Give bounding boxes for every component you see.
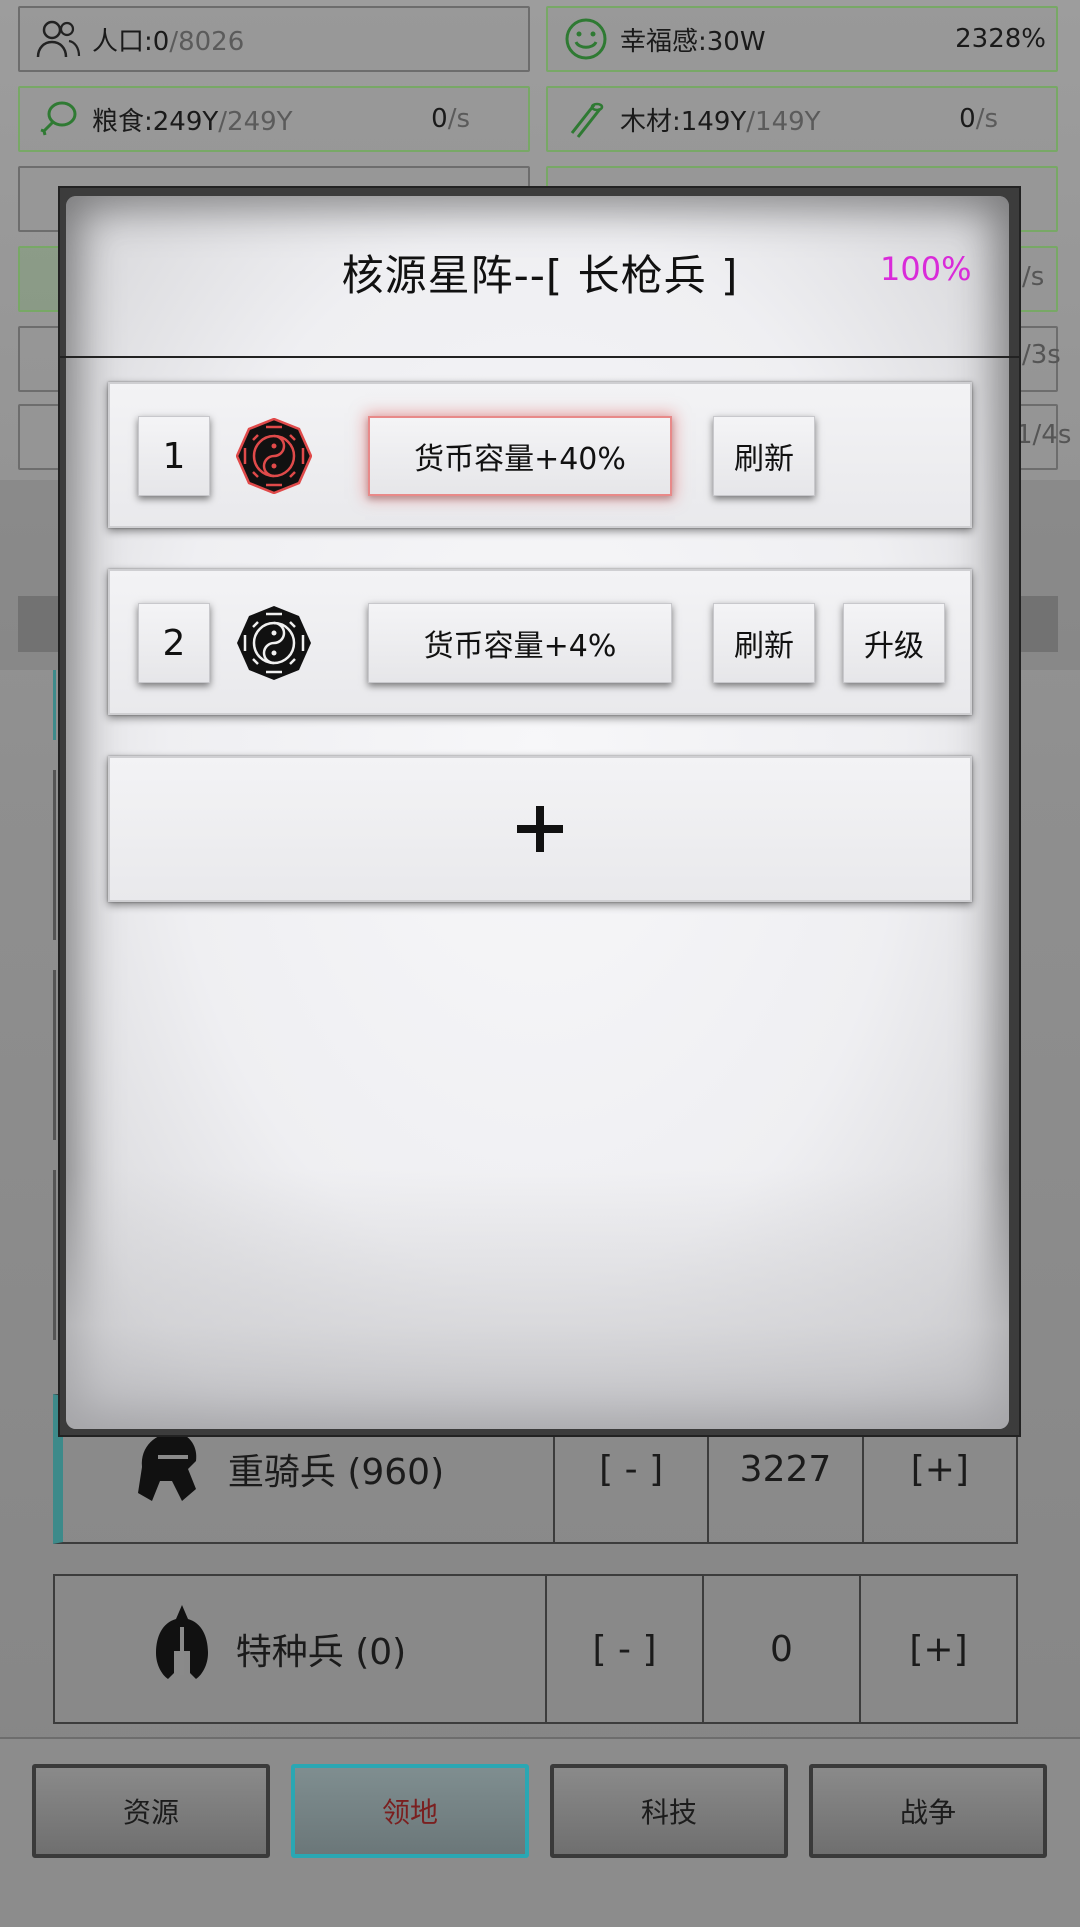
unit-count: 0 bbox=[702, 1576, 859, 1722]
rate-fragment-3: 1/4s bbox=[1016, 420, 1072, 450]
wood-icon bbox=[562, 95, 610, 143]
food-rate: 0 bbox=[431, 104, 448, 134]
unit-name: 特种兵 (0) bbox=[235, 1632, 407, 1673]
add-slot-button[interactable] bbox=[108, 756, 972, 902]
upgrade-button[interactable]: 升级 bbox=[843, 603, 945, 683]
decrease-button[interactable]: [ - ] bbox=[545, 1576, 702, 1722]
tab-bar-right bbox=[1018, 596, 1058, 652]
nav-tech-button[interactable]: 科技 bbox=[550, 1764, 788, 1858]
unit-list-edge bbox=[53, 670, 56, 740]
meat-icon bbox=[34, 95, 82, 143]
slot-index: 1 bbox=[138, 416, 210, 496]
wood-card: 木材:149Y/149Y 0/s bbox=[546, 86, 1058, 152]
slot-stat: 货币容量+40% bbox=[368, 416, 672, 496]
population-card: 人口:0/8026 bbox=[18, 6, 530, 72]
food-max: /249Y bbox=[218, 106, 293, 137]
unit-list-edge bbox=[53, 1170, 56, 1340]
unit-list-edge bbox=[53, 770, 56, 940]
unit-name: 重骑兵 (960) bbox=[227, 1452, 445, 1493]
tab-bar-left bbox=[18, 596, 62, 652]
happiness-percent: 2328% bbox=[955, 24, 1046, 54]
knight-helmet-icon bbox=[132, 1427, 202, 1512]
title-divider bbox=[58, 356, 1021, 358]
slot-stat: 货币容量+4% bbox=[368, 603, 672, 683]
wood-rate-unit: /s bbox=[975, 104, 998, 134]
food-card: 粮食:249Y/249Y 0/s bbox=[18, 86, 530, 152]
completion-percent: 100% bbox=[880, 250, 972, 288]
population-max: /8026 bbox=[169, 26, 245, 57]
spartan-helmet-icon bbox=[154, 1604, 210, 1694]
unit-list-edge bbox=[53, 970, 56, 1140]
rate-fragment-2: /3s bbox=[1022, 340, 1061, 370]
food-value: 粮食:249Y bbox=[92, 106, 219, 137]
formation-slot: 1 货币容量+40% 刷新 bbox=[108, 382, 972, 528]
wood-max: /149Y bbox=[746, 106, 821, 137]
bagua-black-icon bbox=[237, 606, 311, 680]
population-value: 人口:0 bbox=[92, 26, 170, 57]
refresh-button[interactable]: 刷新 bbox=[713, 603, 815, 683]
happiness-value: 幸福感:30W bbox=[620, 26, 766, 57]
refresh-button[interactable]: 刷新 bbox=[713, 416, 815, 496]
formation-slot: 2 货币容量+4% 刷新 升级 bbox=[108, 569, 972, 715]
increase-button[interactable]: [+] bbox=[859, 1576, 1016, 1722]
happiness-card: 幸福感:30W 2328% bbox=[546, 6, 1058, 72]
food-rate-unit: /s bbox=[447, 104, 470, 134]
nav-resources-button[interactable]: 资源 bbox=[32, 1764, 270, 1858]
wood-value: 木材:149Y bbox=[620, 106, 747, 137]
unit-row: 特种兵 (0) [ - ] 0 [+] bbox=[53, 1574, 1018, 1724]
smile-icon bbox=[562, 15, 610, 63]
slot-index: 2 bbox=[138, 603, 210, 683]
wood-rate: 0 bbox=[959, 104, 976, 134]
people-icon bbox=[34, 15, 82, 63]
nav-territory-button[interactable]: 领地 bbox=[291, 1764, 529, 1858]
nav-war-button[interactable]: 战争 bbox=[809, 1764, 1047, 1858]
bagua-red-icon bbox=[236, 418, 312, 494]
paper-texture bbox=[66, 1169, 1009, 1429]
plus-icon bbox=[517, 806, 563, 852]
